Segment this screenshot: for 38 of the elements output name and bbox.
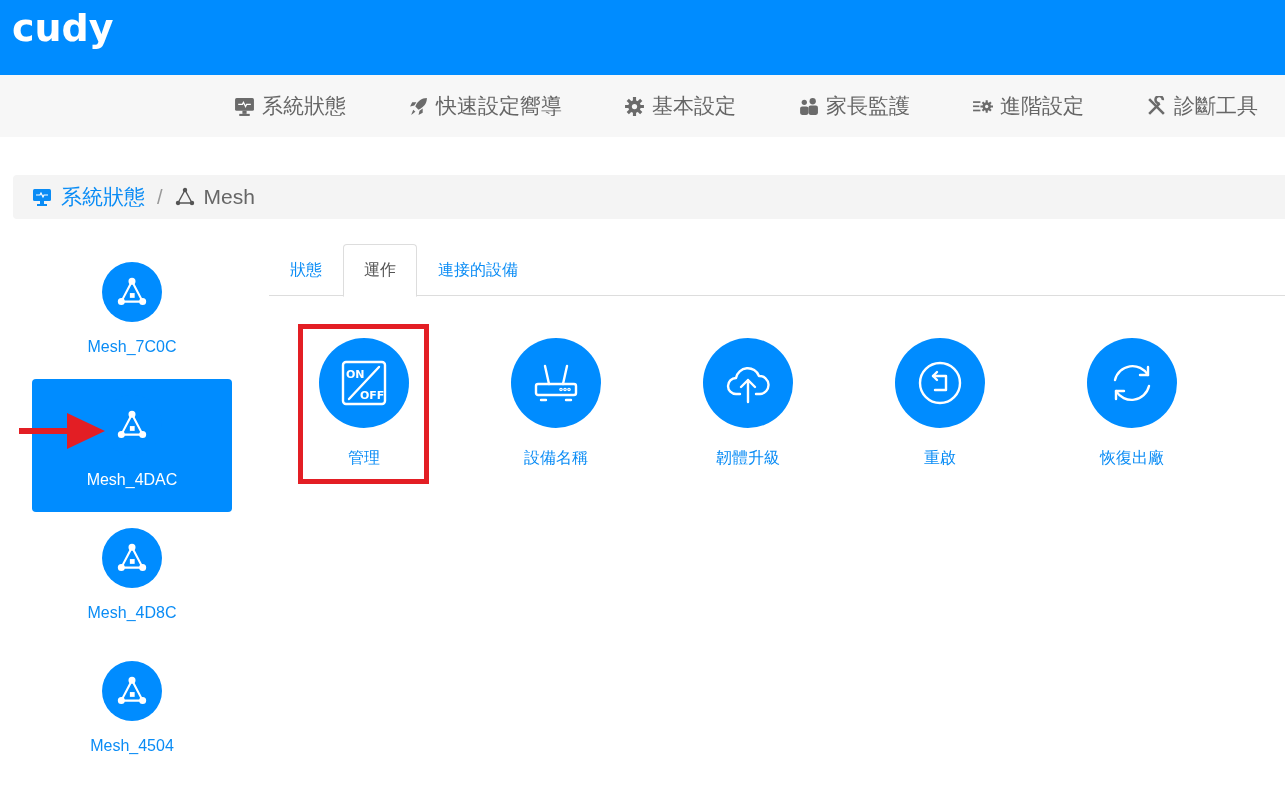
nav-link[interactable]: 快速設定嚮導 <box>408 92 562 120</box>
action-item[interactable]: 設備名稱 <box>490 324 621 484</box>
action-label: 重啟 <box>923 448 956 468</box>
breadcrumb-link[interactable]: 系統狀態 <box>32 183 145 211</box>
nav-link[interactable]: 基本設定 <box>624 92 736 120</box>
tab[interactable]: 運作 <box>343 244 417 297</box>
rocket-icon <box>408 95 429 117</box>
action-label: 恢復出廠 <box>1099 448 1164 468</box>
monitor-icon <box>32 187 52 207</box>
gear-icon <box>624 95 645 117</box>
users-icon <box>798 95 819 117</box>
action-item[interactable]: 重啟 <box>874 324 1005 484</box>
action-item[interactable]: 恢復出廠 <box>1066 324 1197 484</box>
action-item[interactable]: ON OFF 管理 <box>298 324 429 484</box>
breadcrumb-separator: / <box>157 185 163 209</box>
monitor-icon <box>234 95 255 117</box>
action-item[interactable]: 韌體升級 <box>682 324 813 484</box>
nav-link[interactable]: 診斷工具 <box>1146 92 1258 120</box>
action-label: 設備名稱 <box>523 448 588 468</box>
mesh-node-item[interactable]: Mesh_4504 <box>32 645 232 778</box>
tab[interactable]: 狀態 <box>269 244 343 296</box>
breadcrumb-current: Mesh <box>174 185 255 209</box>
tab[interactable]: 連接的設備 <box>417 244 539 296</box>
logo[interactable]: cudy <box>12 0 114 56</box>
mesh-icon <box>102 262 162 322</box>
nav-link[interactable]: 進階設定 <box>972 92 1084 120</box>
mesh-icon <box>102 661 162 721</box>
mesh-node-item[interactable]: Mesh_7C0C <box>32 246 232 379</box>
mesh-icon <box>174 187 195 207</box>
action-label: 韌體升級 <box>715 448 780 468</box>
nav-link[interactable]: 家長監護 <box>798 92 910 120</box>
on-off-icon: ON OFF <box>318 338 409 428</box>
mesh-icon <box>102 528 162 588</box>
action-label: 管理 <box>347 448 380 468</box>
tools-icon <box>1146 95 1167 117</box>
nav-link[interactable]: 系統狀態 <box>234 92 346 120</box>
mesh-node-item[interactable]: Mesh_4D8C <box>32 512 232 645</box>
mesh-node-item[interactable]: Mesh_4DAC <box>32 379 232 512</box>
